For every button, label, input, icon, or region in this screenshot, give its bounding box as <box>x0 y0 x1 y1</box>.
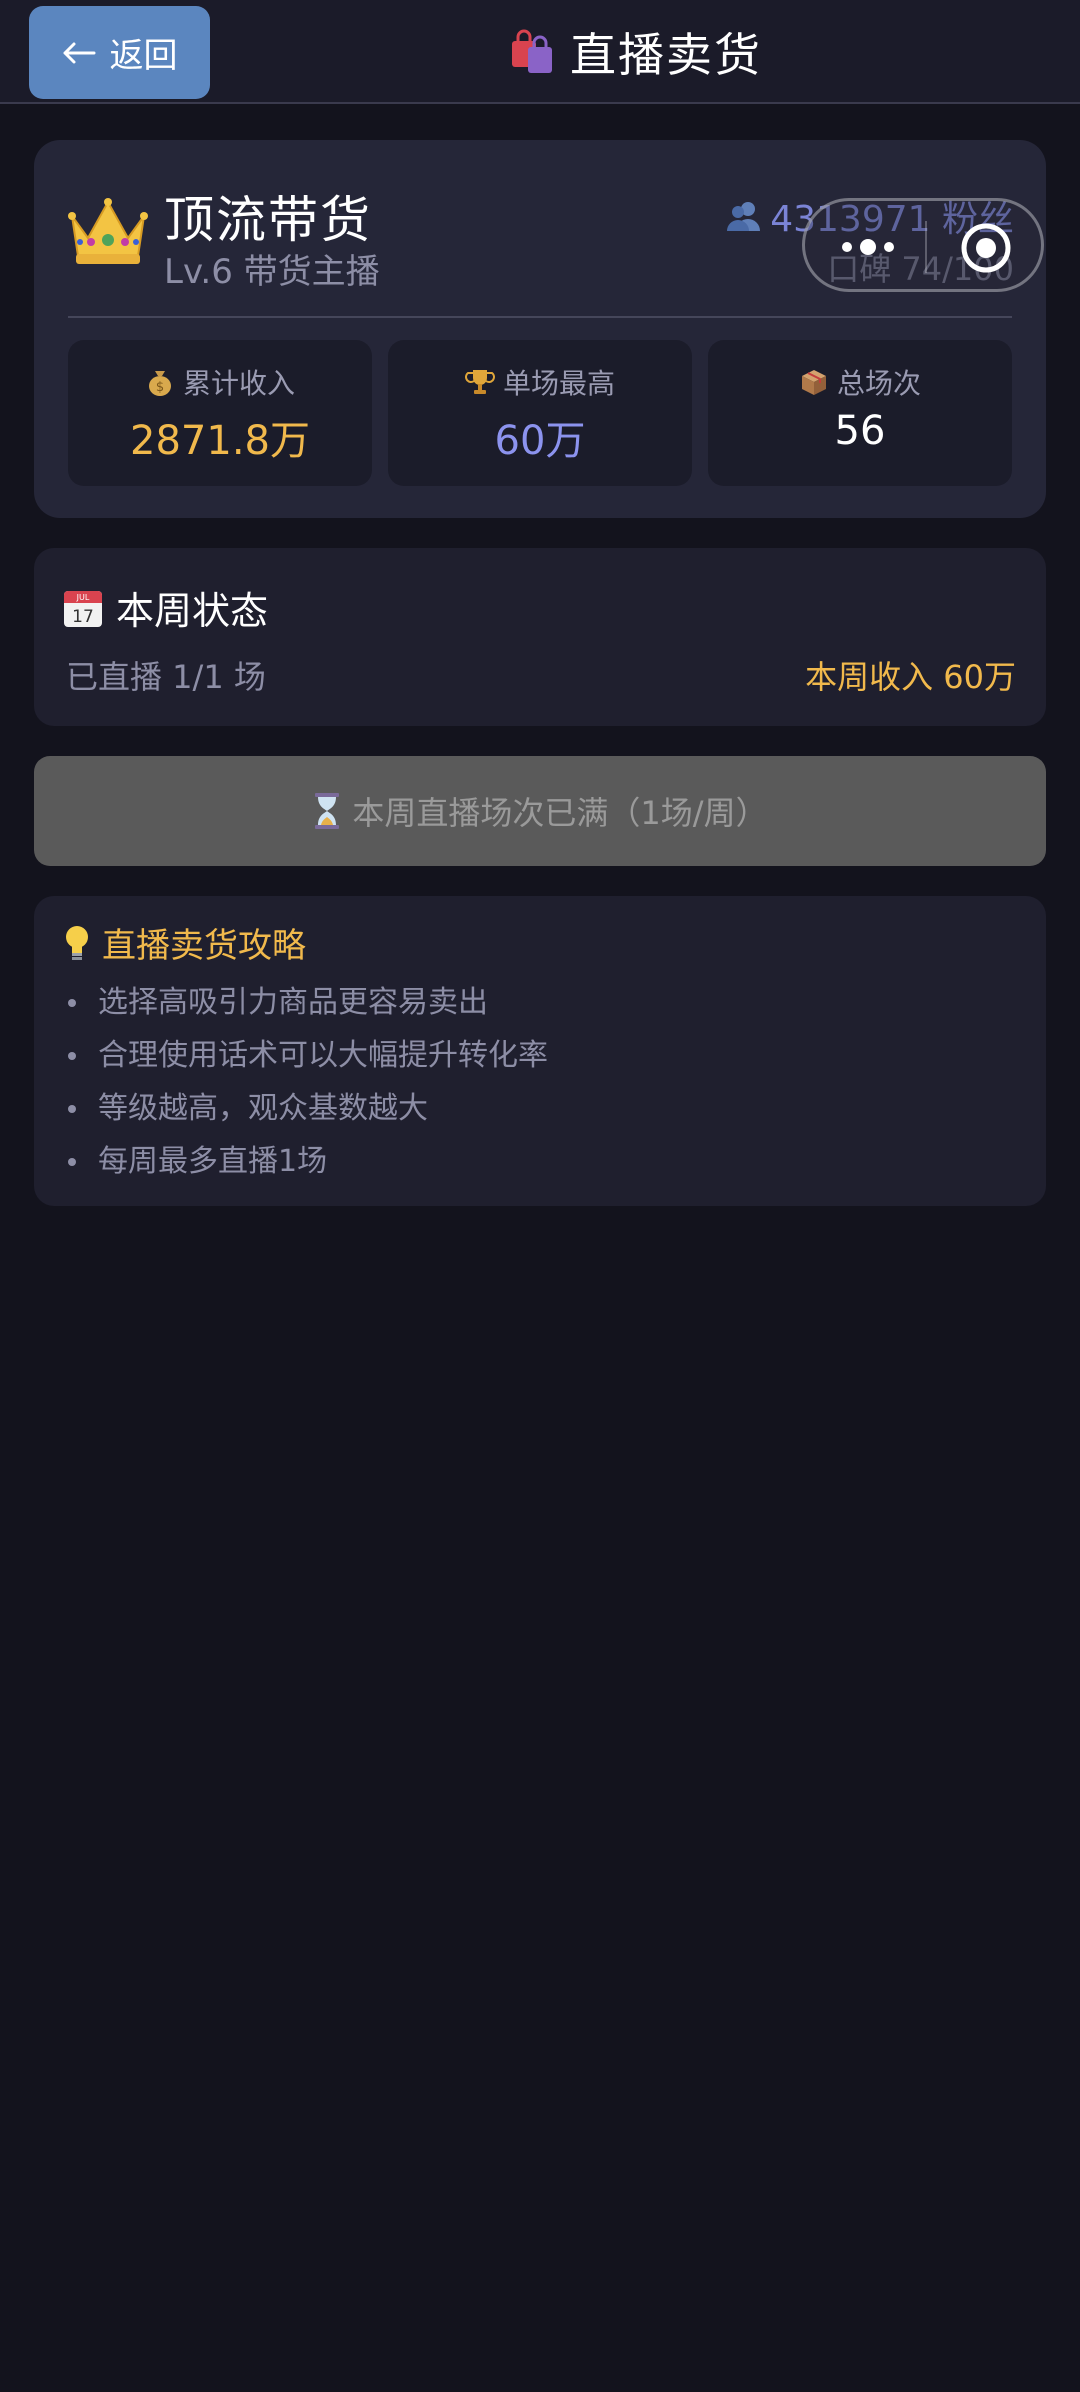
people-icon <box>727 202 761 231</box>
profile-card: 顶流带货 Lv.6 带货主播 4313971 粉丝 口碑 74/100 $ 累计… <box>34 140 1046 518</box>
calendar-icon: JUL 17 <box>64 590 102 627</box>
package-icon <box>801 370 826 395</box>
page-title: 直播卖货 <box>510 20 762 84</box>
bullet <box>68 1051 76 1060</box>
back-label: 返回 <box>109 36 178 76</box>
start-live-label: 本周直播场次已满（1场/周） <box>352 794 768 832</box>
crown-icon <box>68 198 148 264</box>
close-target-icon[interactable] <box>959 221 1013 275</box>
svg-text:JUL: JUL <box>76 593 90 602</box>
stat-label: 累计收入 <box>182 367 295 400</box>
stat-value: 60万 <box>494 418 586 464</box>
tips-title: 直播卖货攻略 <box>102 926 306 966</box>
divider <box>68 316 1012 318</box>
stat-total-sessions: 总场次 56 <box>708 340 1012 486</box>
stat-best-single: 单场最高 60万 <box>388 340 692 486</box>
bullet <box>68 1104 76 1113</box>
weekly-income: 本周收入 60万 <box>805 658 1016 696</box>
anchor-name: 顶流带货 <box>164 191 372 249</box>
anchor-level: Lv.6 带货主播 <box>164 252 380 292</box>
page-title-text: 直播卖货 <box>570 28 762 82</box>
svg-text:$: $ <box>156 380 164 395</box>
stat-label: 总场次 <box>836 367 921 400</box>
list-item: 选择高吸引力商品更容易卖出 <box>68 976 548 1029</box>
stat-total-income: $ 累计收入 2871.8万 <box>68 340 372 486</box>
shopping-bags-icon <box>512 29 552 73</box>
bullet <box>68 1157 76 1166</box>
weekly-progress: 已直播 1/1 场 <box>66 658 266 696</box>
miniprogram-capsule <box>802 198 1044 292</box>
weekly-status-title: 本周状态 <box>116 589 269 633</box>
stat-value: 56 <box>834 408 886 454</box>
back-button[interactable]: 返回 <box>29 6 210 99</box>
money-bag-icon: $ <box>148 371 171 396</box>
trophy-icon <box>465 370 495 394</box>
svg-text:17: 17 <box>72 607 94 627</box>
list-item: 每周最多直播1场 <box>68 1135 548 1188</box>
top-bar: 返回 直播卖货 <box>0 0 1080 104</box>
list-item: 合理使用话术可以大幅提升转化率 <box>68 1029 548 1082</box>
list-item: 等级越高，观众基数越大 <box>68 1082 548 1135</box>
weekly-status-card: JUL 17 本周状态 已直播 1/1 场 本周收入 60万 <box>34 548 1046 726</box>
capsule-divider <box>925 221 927 273</box>
tips-card: 直播卖货攻略 选择高吸引力商品更容易卖出 合理使用话术可以大幅提升转化率 等级越… <box>34 896 1046 1206</box>
hourglass-icon <box>315 793 340 829</box>
tips-list: 选择高吸引力商品更容易卖出 合理使用话术可以大幅提升转化率 等级越高，观众基数越… <box>68 976 548 1188</box>
more-dots-icon[interactable] <box>839 235 897 259</box>
bullet <box>68 998 76 1007</box>
arrow-left-icon <box>63 42 95 63</box>
stat-value: 2871.8万 <box>130 418 310 464</box>
light-bulb-icon <box>66 925 88 960</box>
start-live-button[interactable]: 本周直播场次已满（1场/周） <box>34 756 1046 866</box>
stat-label: 单场最高 <box>502 367 615 400</box>
